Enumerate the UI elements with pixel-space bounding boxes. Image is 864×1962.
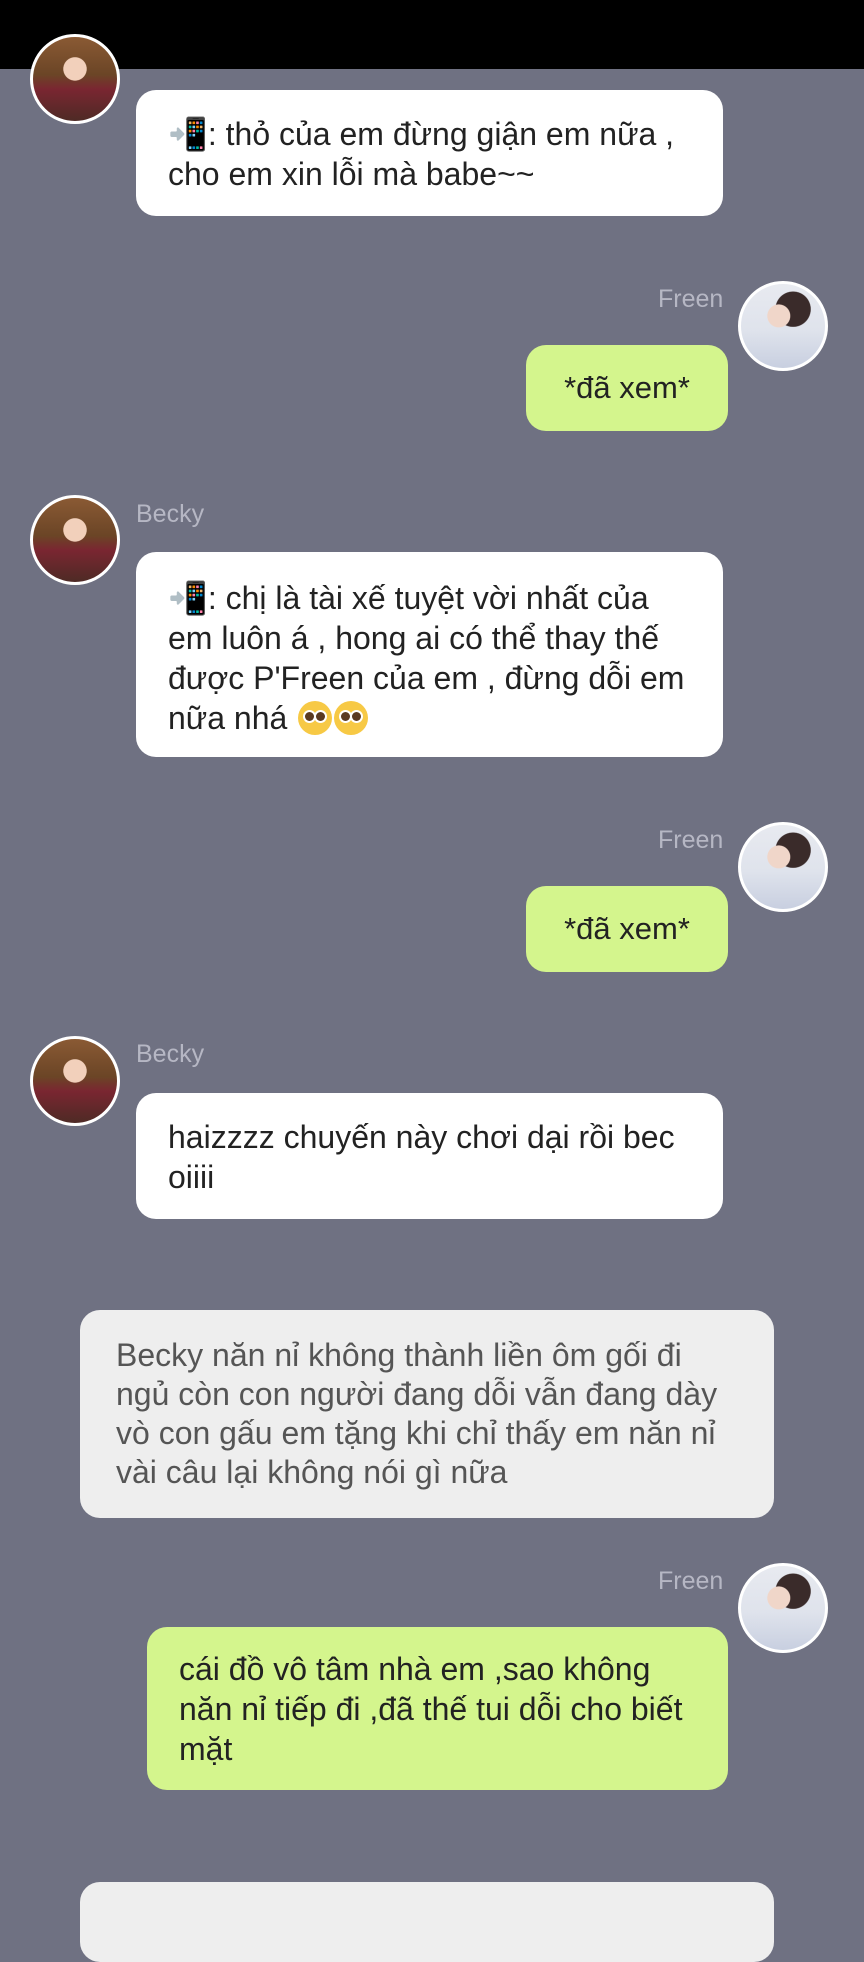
becky-avatar[interactable] [30, 34, 120, 124]
message-bubble-freen-3[interactable]: cái đồ vô tâm nhà em ,sao không năn nỉ t… [147, 1627, 728, 1790]
message-bubble-freen-2[interactable]: *đã xem* [526, 886, 728, 972]
sender-name-freen: Freen [658, 1567, 724, 1595]
message-bubble-becky-2[interactable]: 📲: chị là tài xế tuyệt vời nhất của em l… [136, 552, 723, 757]
message-text: haizzzz chuyến này chơi dại rồi bec oiii… [168, 1119, 675, 1195]
narration-box-partial [80, 1882, 774, 1962]
narration-box: Becky năn nỉ không thành liền ôm gối đi … [80, 1310, 774, 1518]
message-text: 📲: thỏ của em đừng giận em nữa , cho em … [168, 116, 675, 192]
message-text: *đã xem* [564, 911, 690, 946]
sender-name-freen: Freen [658, 285, 724, 313]
becky-avatar[interactable] [30, 1036, 120, 1126]
message-text: cái đồ vô tâm nhà em ,sao không năn nỉ t… [179, 1651, 683, 1767]
sender-name-becky: Becky [136, 1040, 205, 1068]
message-text: *đã xem* [564, 370, 690, 405]
message-bubble-becky-1[interactable]: 📲: thỏ của em đừng giận em nữa , cho em … [136, 90, 723, 216]
message-text: 📲: chị là tài xế tuyệt vời nhất của em l… [168, 580, 685, 736]
status-bar [0, 0, 864, 69]
sender-name-freen: Freen [658, 826, 724, 854]
message-bubble-becky-3[interactable]: haizzzz chuyến này chơi dại rồi bec oiii… [136, 1093, 723, 1219]
freen-avatar[interactable] [738, 1563, 828, 1653]
pleading-face-emoji-icon [334, 701, 369, 735]
pleading-face-emoji-icon [298, 701, 333, 735]
sender-name-becky: Becky [136, 500, 205, 528]
narration-text: Becky năn nỉ không thành liền ôm gối đi … [116, 1337, 718, 1490]
freen-avatar[interactable] [738, 281, 828, 371]
becky-avatar[interactable] [30, 495, 120, 585]
freen-avatar[interactable] [738, 822, 828, 912]
message-bubble-freen-1[interactable]: *đã xem* [526, 345, 728, 431]
